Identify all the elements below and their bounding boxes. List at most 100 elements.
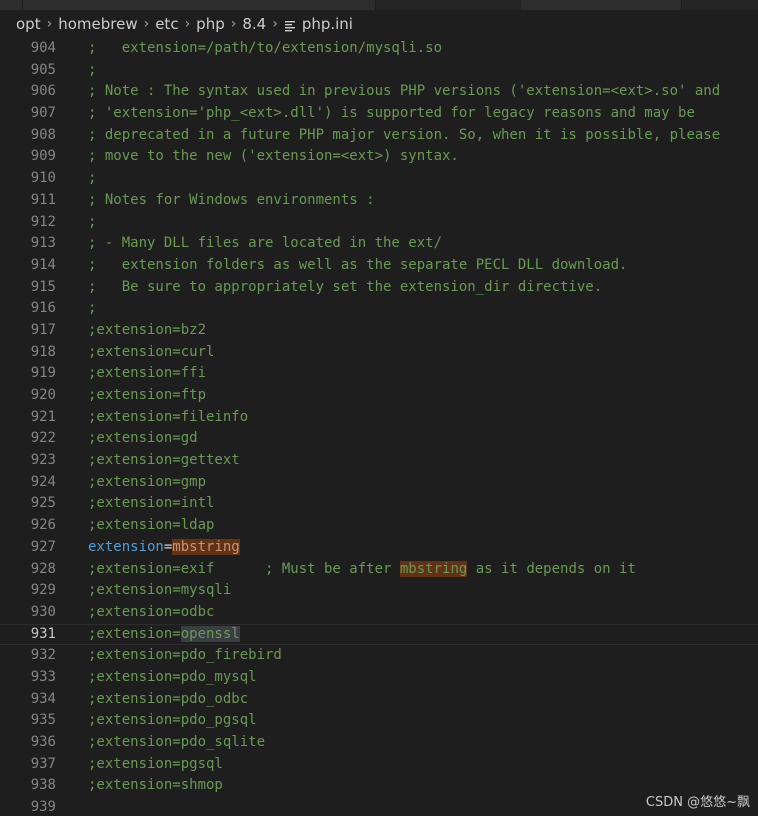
line-content[interactable]: ;extension=pdo_odbc: [88, 689, 248, 711]
comment-text[interactable]: ; Be sure to appropriately set the exten…: [88, 279, 602, 295]
comment-text[interactable]: ;: [88, 62, 96, 78]
line-content[interactable]: ;extension=pdo_sqlite: [88, 732, 265, 754]
code-line[interactable]: 922 ;extension=gd: [0, 428, 758, 450]
line-content[interactable]: ;extension=bz2: [88, 320, 206, 342]
line-content[interactable]: ;extension=ftp: [88, 385, 206, 407]
line-content[interactable]: ;extension=intl: [88, 493, 214, 515]
breadcrumb-item-opt[interactable]: opt: [16, 15, 41, 33]
line-content[interactable]: ;: [88, 298, 96, 320]
code-line[interactable]: 933 ;extension=pdo_mysql: [0, 667, 758, 689]
line-content[interactable]: ; extension=/path/to/extension/mysqli.so: [88, 38, 442, 60]
comment-text[interactable]: ; - Many DLL files are located in the ex…: [88, 235, 442, 251]
code-line[interactable]: 905;: [0, 60, 758, 82]
code-line[interactable]: 906 ; Note : The syntax used in previous …: [0, 81, 758, 103]
code-line[interactable]: 919 ;extension=ffi: [0, 363, 758, 385]
line-content[interactable]: ;extension=pdo_mysql: [88, 667, 257, 689]
ini-value-highlighted[interactable]: mbstring: [172, 538, 240, 555]
comment-text[interactable]: ; move to the new ('extension=<ext>) syn…: [88, 148, 459, 164]
comment-text[interactable]: ;extension=pdo_firebird: [88, 647, 282, 663]
code-line[interactable]: 914 ; extension folders as well as the se…: [0, 255, 758, 277]
line-content[interactable]: ;extension=ffi: [88, 363, 206, 385]
comment-text[interactable]: ;extension=ffi: [88, 365, 206, 381]
code-line[interactable]: 923 ;extension=gettext: [0, 450, 758, 472]
code-line[interactable]: 913 ; - Many DLL files are located in the…: [0, 233, 758, 255]
comment-text[interactable]: ;extension=pgsql: [88, 756, 223, 772]
line-content[interactable]: ;extension=exif ; Must be after mbstring…: [88, 559, 636, 581]
comment-text[interactable]: ;extension=gmp: [88, 474, 206, 490]
comment-text[interactable]: ;extension=curl: [88, 344, 214, 360]
code-line[interactable]: 932 ;extension=pdo_firebird: [0, 645, 758, 667]
line-content[interactable]: ;extension=fileinfo: [88, 407, 248, 429]
comment-text[interactable]: ;: [88, 214, 96, 230]
breadcrumb-item-version[interactable]: 8.4: [242, 15, 266, 33]
code-line[interactable]: 938 ;extension=shmop: [0, 775, 758, 797]
code-line[interactable]: 935 ;extension=pdo_pgsql: [0, 710, 758, 732]
line-content[interactable]: ;extension=pdo_pgsql: [88, 710, 257, 732]
comment-text[interactable]: ;extension=exif ; Must be after: [88, 561, 400, 577]
line-content[interactable]: ;: [88, 212, 96, 234]
code-line[interactable]: 928 ;extension=exif ; Must be after mbstr…: [0, 559, 758, 581]
code-line[interactable]: 910;: [0, 168, 758, 190]
line-content[interactable]: ;extension=shmop: [88, 775, 223, 797]
comment-text[interactable]: ;: [88, 170, 96, 186]
code-line[interactable]: 907 ; 'extension='php_<ext>.dll') is supp…: [0, 103, 758, 125]
line-content[interactable]: ; Be sure to appropriately set the exten…: [88, 277, 602, 299]
code-line[interactable]: 908 ; deprecated in a future PHP major ve…: [0, 125, 758, 147]
line-content[interactable]: ; deprecated in a future PHP major versi…: [88, 125, 720, 147]
line-content[interactable]: extension=mbstring: [88, 537, 240, 559]
line-content[interactable]: ;: [88, 168, 96, 190]
search-match-highlight[interactable]: mbstring: [399, 560, 468, 577]
code-line[interactable]: 939: [0, 797, 758, 816]
line-content[interactable]: ;extension=mysqli: [88, 580, 231, 602]
code-line[interactable]: 934 ;extension=pdo_odbc: [0, 689, 758, 711]
comment-text[interactable]: ;extension=shmop: [88, 777, 223, 793]
line-content[interactable]: ; extension folders as well as the separ…: [88, 255, 627, 277]
code-line[interactable]: 929 ;extension=mysqli: [0, 580, 758, 602]
comment-text[interactable]: ;extension=ftp: [88, 387, 206, 403]
code-line[interactable]: 921 ;extension=fileinfo: [0, 407, 758, 429]
breadcrumb-item-php[interactable]: php: [196, 15, 225, 33]
line-content[interactable]: ; 'extension='php_<ext>.dll') is support…: [88, 103, 695, 125]
code-line[interactable]: 904 ; extension=/path/to/extension/mysqli…: [0, 38, 758, 60]
breadcrumb-item-file[interactable]: php.ini: [302, 15, 353, 33]
code-line[interactable]: 918 ;extension=curl: [0, 342, 758, 364]
comment-text[interactable]: ;extension=pdo_sqlite: [88, 734, 265, 750]
comment-text[interactable]: ; Notes for Windows environments :: [88, 192, 375, 208]
line-content[interactable]: ;extension=ldap: [88, 515, 214, 537]
code-line[interactable]: 909 ; move to the new ('extension=<ext>) …: [0, 146, 758, 168]
code-line[interactable]: 911 ; Notes for Windows environments :: [0, 190, 758, 212]
line-content[interactable]: ; move to the new ('extension=<ext>) syn…: [88, 146, 459, 168]
comment-text[interactable]: ; extension folders as well as the separ…: [88, 257, 627, 273]
comment-text[interactable]: ; 'extension='php_<ext>.dll') is support…: [88, 105, 695, 121]
comment-text[interactable]: ;extension=mysqli: [88, 582, 231, 598]
line-content[interactable]: ;extension=pgsql: [88, 754, 223, 776]
comment-text[interactable]: ;extension=gd: [88, 430, 198, 446]
comment-text[interactable]: ;extension=pdo_odbc: [88, 691, 248, 707]
line-content[interactable]: ;extension=openssl: [88, 624, 240, 646]
code-line[interactable]: 936 ;extension=pdo_sqlite: [0, 732, 758, 754]
editor-tab[interactable]: [0, 0, 23, 10]
comment-text[interactable]: ;extension=odbc: [88, 604, 214, 620]
code-line[interactable]: 920 ;extension=ftp: [0, 385, 758, 407]
comment-text[interactable]: ;extension=fileinfo: [88, 409, 248, 425]
line-content[interactable]: ;extension=curl: [88, 342, 214, 364]
line-content[interactable]: ;: [88, 60, 96, 82]
ini-key[interactable]: extension: [88, 539, 164, 555]
breadcrumb-item-etc[interactable]: etc: [155, 15, 178, 33]
code-line[interactable]: 926 ;extension=ldap: [0, 515, 758, 537]
line-content[interactable]: ;extension=pdo_firebird: [88, 645, 282, 667]
code-line[interactable]: 917 ;extension=bz2: [0, 320, 758, 342]
word-highlight[interactable]: openssl: [180, 625, 240, 642]
comment-text[interactable]: ;extension=intl: [88, 495, 214, 511]
comment-text[interactable]: ; extension=/path/to/extension/mysqli.so: [88, 40, 442, 56]
line-content[interactable]: ;extension=odbc: [88, 602, 214, 624]
comment-text[interactable]: ;: [88, 300, 96, 316]
comment-text[interactable]: ; deprecated in a future PHP major versi…: [88, 127, 720, 143]
code-line[interactable]: 927 extension=mbstring: [0, 537, 758, 559]
comment-text[interactable]: ;extension=gettext: [88, 452, 240, 468]
line-content[interactable]: ;extension=gmp: [88, 472, 206, 494]
line-content[interactable]: ;extension=gettext: [88, 450, 240, 472]
comment-text[interactable]: as it depends on it: [467, 561, 636, 577]
code-line[interactable]: 925 ;extension=intl: [0, 493, 758, 515]
line-content[interactable]: ; - Many DLL files are located in the ex…: [88, 233, 442, 255]
